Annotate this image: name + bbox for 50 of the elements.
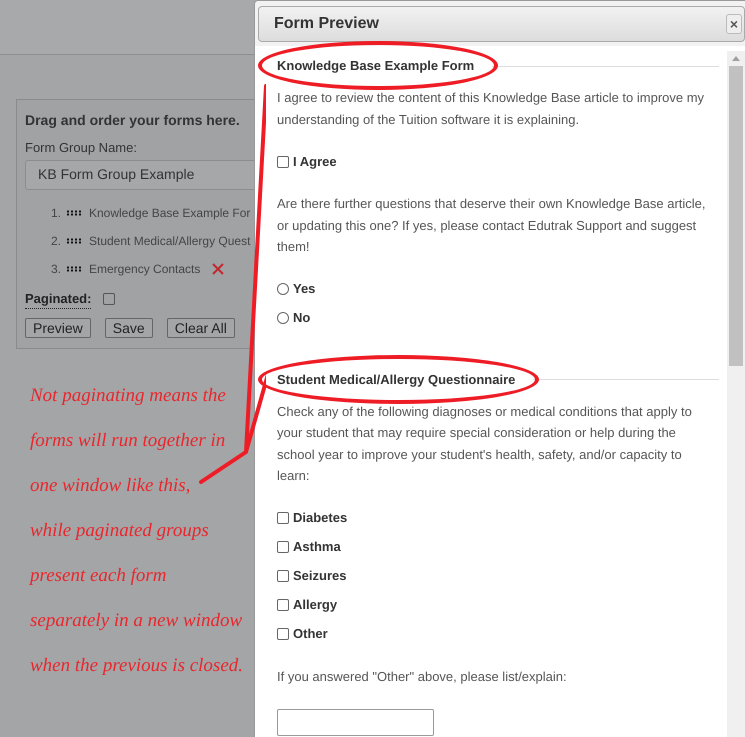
paragraph: Are there further questions that deserve their own Knowledge Base article, or updating this one? If yes, please contact Edutrak Support and suggest them!: [277, 195, 707, 256]
annotation-text: forms will run together in: [29, 429, 226, 453]
annotation-text: separately in a new window: [29, 609, 242, 633]
close-button[interactable]: ×: [726, 14, 742, 34]
paginated-label: Paginated:: [25, 288, 92, 309]
form-button[interactable]: Save: [104, 318, 153, 338]
radio-button[interactable]: [277, 283, 289, 295]
annotation-text: one window like this,: [29, 474, 190, 498]
panel-title: Drag and order your forms here.: [25, 111, 241, 130]
list-number: 2.: [51, 233, 62, 250]
option-label: Other: [293, 625, 328, 644]
option-label: Allergy: [293, 596, 338, 614]
paginated-checkbox[interactable]: [103, 292, 116, 305]
form-button[interactable]: Clear All: [166, 318, 235, 338]
form-name: Emergency Contacts: [89, 261, 200, 278]
drag-handle-icon[interactable]: [66, 210, 83, 216]
section-heading: Student Medical/Allergy Questionnaire: [277, 372, 516, 386]
annotation-text: when the previous is closed.: [29, 654, 244, 678]
option-label: Diabetes: [293, 509, 348, 528]
option-label: Yes: [293, 280, 316, 298]
paragraph: Check any of the following diagnoses or medical conditions that apply to your student that may require special consideration or help during the school year to improve your student's health, safety, and/or capacity to learn:: [277, 402, 693, 485]
list-number: 3.: [51, 261, 62, 278]
checkbox[interactable]: [277, 570, 289, 582]
checkbox[interactable]: [277, 599, 289, 611]
form-name: Knowledge Base Example For: [89, 205, 250, 222]
option-label: No: [293, 309, 310, 328]
option-label: Asthma: [293, 538, 341, 556]
paragraph: If you answered "Other" above, please list/explain:: [277, 668, 568, 686]
dialog-title: Form Preview: [274, 14, 379, 34]
field-label: Form Group Name:: [25, 139, 138, 157]
option-label: I Agree: [293, 152, 337, 171]
checkbox[interactable]: [277, 156, 289, 168]
paragraph: I agree to review the content of this Knowledge Base article to improve my understanding of the Tuition software it is explaining.: [277, 89, 706, 129]
name-field[interactable]: KB Form Group Example: [25, 160, 256, 190]
list-number: 1.: [51, 205, 62, 222]
form-button[interactable]: Preview: [25, 318, 91, 338]
drag-handle-icon[interactable]: [66, 266, 83, 272]
checkbox[interactable]: [277, 512, 289, 524]
section-heading: Knowledge Base Example Form: [277, 58, 474, 73]
annotation-text: while paginated groups: [29, 519, 209, 543]
text-field[interactable]: [277, 709, 434, 736]
drag-handle-icon[interactable]: [66, 238, 83, 244]
form-name: Student Medical/Allergy Quest: [89, 233, 250, 250]
annotation-text: present each form: [28, 564, 166, 588]
option-label: Seizures: [293, 567, 346, 586]
scrollbar[interactable]: [727, 51, 745, 737]
checkbox[interactable]: [277, 541, 289, 553]
annotation-text: Not paginating means the: [28, 384, 226, 408]
checkbox[interactable]: [277, 628, 289, 640]
radio-button[interactable]: [277, 312, 289, 324]
